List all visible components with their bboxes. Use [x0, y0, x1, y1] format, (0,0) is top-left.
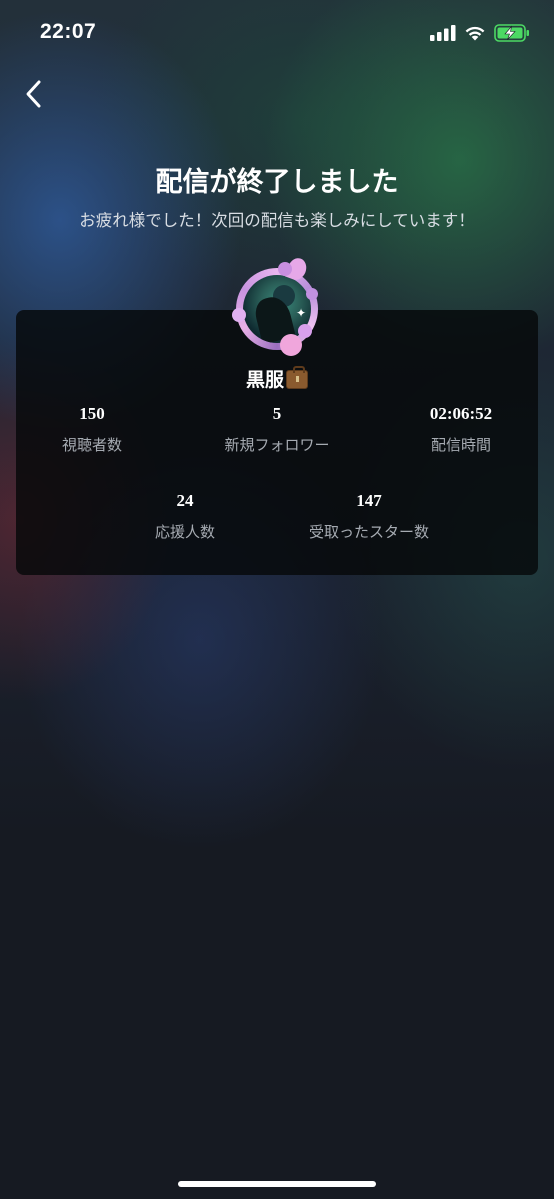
page-subtitle: お疲れ様でした！次回の配信も楽しみにしています！: [79, 211, 475, 230]
back-button[interactable]: [14, 74, 54, 114]
avatar[interactable]: ✦: [232, 255, 324, 358]
stat-value: 5: [272, 404, 282, 423]
home-indicator[interactable]: [178, 1181, 376, 1187]
stat-viewers: 150 視聴者数: [32, 404, 152, 455]
username-text: 黒服: [245, 369, 284, 391]
wifi-icon: [465, 26, 485, 41]
stat-stars-received: 147 受取ったスター数: [294, 491, 444, 542]
stat-value: 147: [356, 491, 382, 510]
sparkle-icon: ✦: [296, 306, 307, 320]
flower-decoration-icon: [278, 262, 292, 276]
flower-decoration-icon: [306, 288, 318, 300]
username: 黒服: [0, 365, 554, 392]
stat-stream-duration: 02:06:52 配信時間: [401, 404, 521, 455]
stat-new-followers: 5 新規フォロワー: [207, 404, 347, 455]
status-bar: 22:07: [0, 0, 554, 66]
stat-value: 24: [176, 491, 194, 510]
battery-charging-icon: [494, 24, 529, 42]
stat-supporters: 24 応援人数: [125, 491, 245, 542]
flower-decoration-icon: [298, 324, 312, 338]
stat-label: 新規フォロワー: [224, 436, 330, 454]
status-icons: [430, 23, 530, 43]
chevron-left-icon: [26, 80, 41, 108]
page-title: 配信が終了しました: [155, 167, 399, 198]
signal-icon: [430, 25, 456, 41]
stat-label: 視聴者数: [61, 436, 122, 454]
stat-label: 配信時間: [430, 436, 491, 454]
stat-label: 応援人数: [154, 523, 215, 541]
stat-value: 02:06:52: [429, 404, 493, 423]
briefcase-icon: [286, 366, 308, 389]
stat-value: 150: [79, 404, 105, 423]
flower-decoration-icon: [232, 308, 246, 322]
status-time: 22:07: [40, 20, 97, 43]
stat-label: 受取ったスター数: [308, 523, 429, 541]
flower-decoration-icon: [280, 334, 302, 356]
